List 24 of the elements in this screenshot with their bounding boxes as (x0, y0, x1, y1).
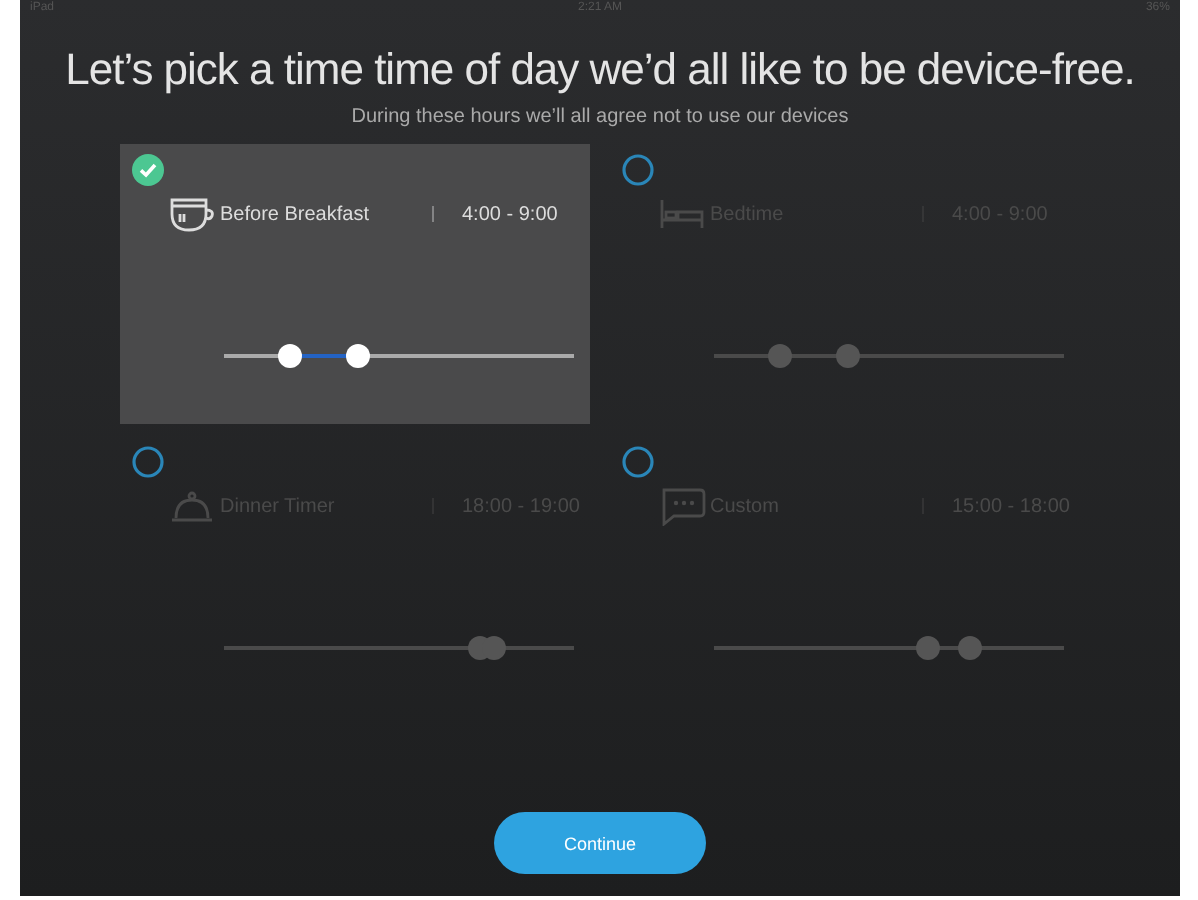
time-option-card[interactable]: Before Breakfast 4:00 - 9:00 (120, 144, 590, 424)
continue-button[interactable]: Continue (494, 812, 706, 874)
range-slider[interactable] (224, 344, 574, 368)
range-slider[interactable] (714, 636, 1064, 660)
slider-handle[interactable] (835, 344, 859, 368)
time-range: 4:00 - 9:00 (462, 203, 558, 225)
radio-button[interactable] (132, 446, 164, 478)
slider-handle[interactable] (768, 344, 793, 368)
slider-handle[interactable] (345, 344, 369, 368)
cup-icon (168, 194, 216, 234)
radio-button[interactable] (622, 154, 654, 186)
radio-button[interactable] (622, 446, 654, 478)
range-slider[interactable] (224, 636, 574, 660)
cloche-icon (168, 486, 216, 526)
bed-icon (658, 194, 706, 234)
slider-handle[interactable] (915, 636, 940, 660)
page-subtitle: During these hours we’ll all agree not to use our devices (351, 106, 849, 128)
page-title: Let’s pick a time time of day we’d all like to be device-free. (65, 44, 1135, 96)
range-slider[interactable] (714, 344, 1064, 368)
chat-bubble-icon (658, 486, 706, 526)
slider-handle[interactable] (957, 636, 982, 660)
option-label: Before Breakfast (220, 203, 371, 225)
checkmark-icon[interactable] (132, 154, 164, 186)
slider-handle[interactable] (278, 344, 303, 368)
